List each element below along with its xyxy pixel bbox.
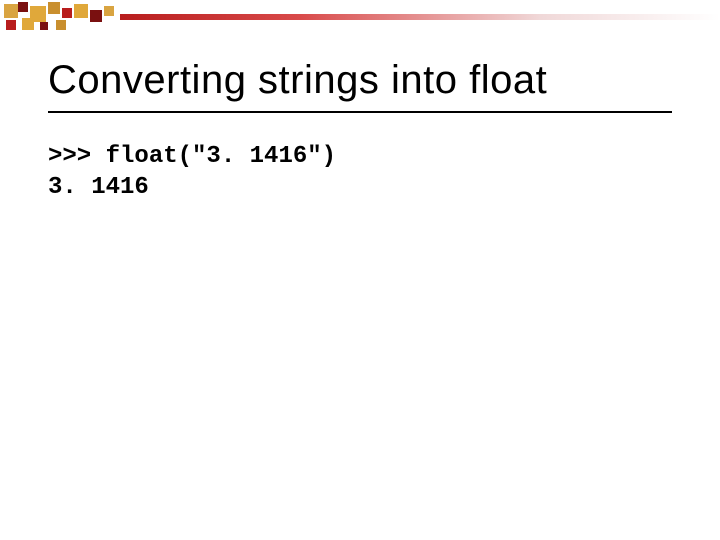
code-line-2: 3. 1416 bbox=[48, 174, 149, 201]
title-underline bbox=[48, 111, 672, 113]
decor-block bbox=[40, 22, 48, 30]
decor-block bbox=[90, 10, 102, 22]
slide-title: Converting strings into float bbox=[48, 58, 672, 103]
decor-block bbox=[4, 4, 18, 18]
decor-block bbox=[104, 6, 114, 16]
corner-decoration bbox=[0, 0, 720, 36]
decor-block bbox=[48, 2, 60, 14]
code-block: >>> float("3. 1416") 3. 1416 bbox=[48, 141, 672, 203]
decor-block bbox=[18, 2, 28, 12]
decor-block bbox=[6, 20, 16, 30]
gradient-bar bbox=[120, 14, 720, 20]
decor-block bbox=[62, 8, 72, 18]
decor-block bbox=[74, 4, 88, 18]
decor-block bbox=[56, 20, 66, 30]
decor-block bbox=[22, 18, 34, 30]
code-line-1: >>> float("3. 1416") bbox=[48, 143, 336, 170]
